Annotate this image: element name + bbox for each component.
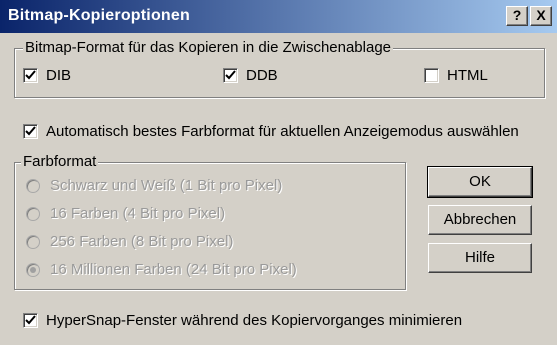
- title-bar: Bitmap-Kopieroptionen ? X: [0, 0, 557, 33]
- radio-bw-label: Schwarz und Weiß (1 Bit pro Pixel): [50, 177, 283, 194]
- radio-16m-colors[interactable]: [26, 263, 40, 277]
- ok-button[interactable]: OK: [427, 166, 533, 198]
- ddb-checkbox[interactable]: [223, 68, 238, 83]
- checkmark-icon: [25, 70, 36, 80]
- minimize-label: HyperSnap-Fenster während des Kopiervorg…: [46, 312, 463, 329]
- checkmark-icon: [225, 70, 236, 80]
- radio-16m-colors-label: 16 Millionen Farben (24 Bit pro Pixel): [50, 261, 297, 278]
- color-format-group-label: Farbformat: [21, 153, 99, 170]
- minimize-checkbox[interactable]: [23, 313, 38, 328]
- help-button[interactable]: Hilfe: [428, 243, 532, 273]
- bitmap-format-group-label: Bitmap-Format für das Kopieren in die Zw…: [23, 39, 394, 56]
- radio-256-colors[interactable]: [26, 235, 40, 249]
- radio-selected-dot: [30, 267, 36, 273]
- radio-16-colors-label: 16 Farben (4 Bit pro Pixel): [50, 205, 226, 222]
- window-title: Bitmap-Kopieroptionen: [8, 7, 190, 24]
- close-title-button[interactable]: X: [530, 6, 552, 26]
- cancel-button[interactable]: Abbrechen: [428, 205, 532, 235]
- checkmark-icon: [25, 126, 36, 136]
- html-checkbox[interactable]: [424, 68, 439, 83]
- auto-format-checkbox[interactable]: [23, 124, 38, 139]
- radio-256-colors-label: 256 Farben (8 Bit pro Pixel): [50, 233, 234, 250]
- dib-label: DIB: [46, 67, 72, 84]
- auto-format-label: Automatisch bestes Farbformat für aktuel…: [46, 123, 519, 140]
- html-label: HTML: [447, 67, 488, 84]
- dib-checkbox[interactable]: [23, 68, 38, 83]
- help-title-button[interactable]: ?: [506, 6, 528, 26]
- radio-16-colors[interactable]: [26, 207, 40, 221]
- checkmark-icon: [25, 315, 36, 325]
- radio-bw[interactable]: [26, 179, 40, 193]
- ddb-label: DDB: [246, 67, 278, 84]
